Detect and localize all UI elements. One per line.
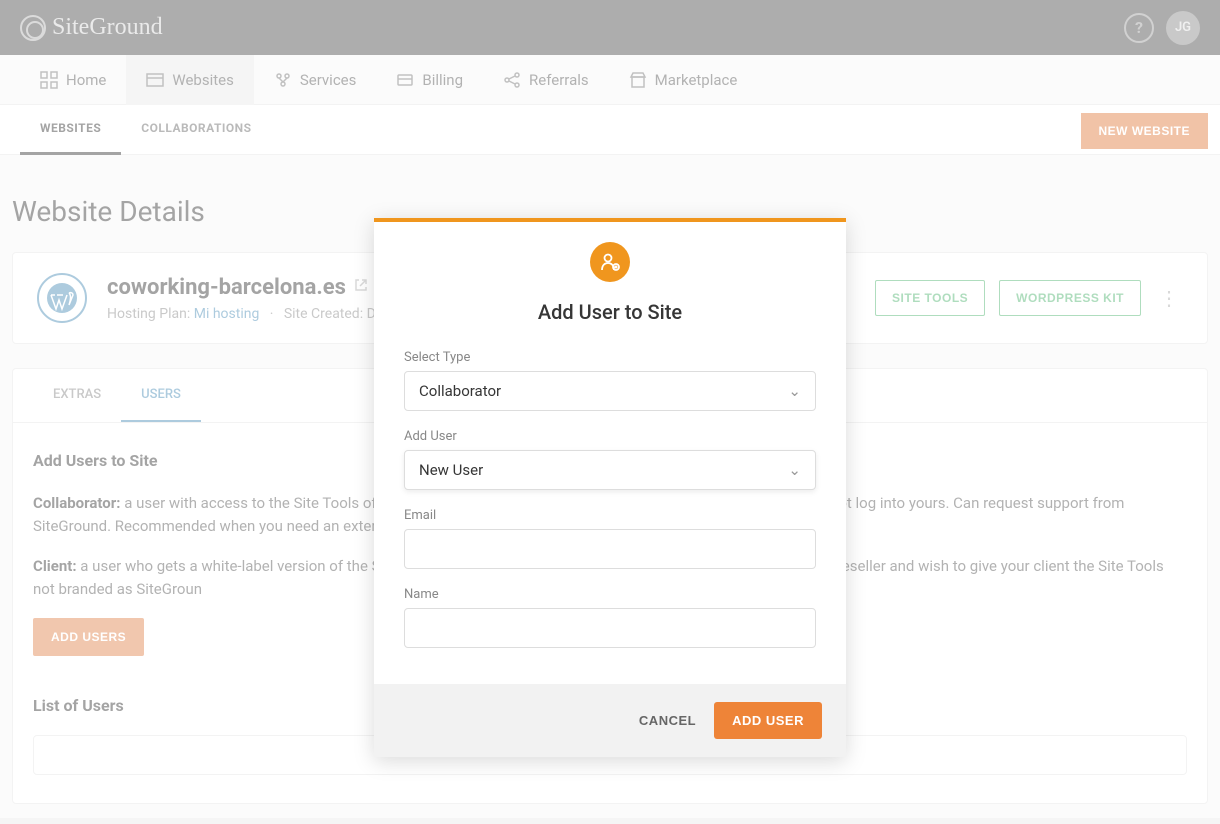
email-group: Email: [404, 508, 816, 569]
add-user-button[interactable]: ADD USER: [714, 702, 822, 739]
select-type-dropdown[interactable]: Collaborator ⌄: [404, 371, 816, 411]
name-label: Name: [404, 587, 816, 602]
select-type-group: Select Type Collaborator ⌄: [404, 350, 816, 411]
add-user-value: New User: [419, 461, 483, 479]
add-user-dropdown[interactable]: New User ⌄: [404, 450, 816, 490]
modal-overlay[interactable]: Add User to Site Select Type Collaborato…: [0, 0, 1220, 818]
modal-body: Add User to Site Select Type Collaborato…: [374, 222, 846, 684]
chevron-down-icon: ⌄: [788, 382, 801, 400]
select-type-label: Select Type: [404, 350, 816, 365]
add-user-group: Add User New User ⌄: [404, 429, 816, 490]
chevron-down-icon: ⌄: [788, 461, 801, 479]
cancel-button[interactable]: CANCEL: [639, 713, 696, 728]
name-field[interactable]: [404, 608, 816, 648]
email-field[interactable]: [404, 529, 816, 569]
email-label: Email: [404, 508, 816, 523]
modal-icon-wrap: [404, 242, 816, 282]
name-group: Name: [404, 587, 816, 648]
modal-title: Add User to Site: [404, 300, 816, 324]
select-type-value: Collaborator: [419, 382, 501, 400]
add-user-modal: Add User to Site Select Type Collaborato…: [374, 218, 846, 757]
modal-footer: CANCEL ADD USER: [374, 684, 846, 757]
add-user-label: Add User: [404, 429, 816, 444]
user-add-icon: [590, 242, 630, 282]
